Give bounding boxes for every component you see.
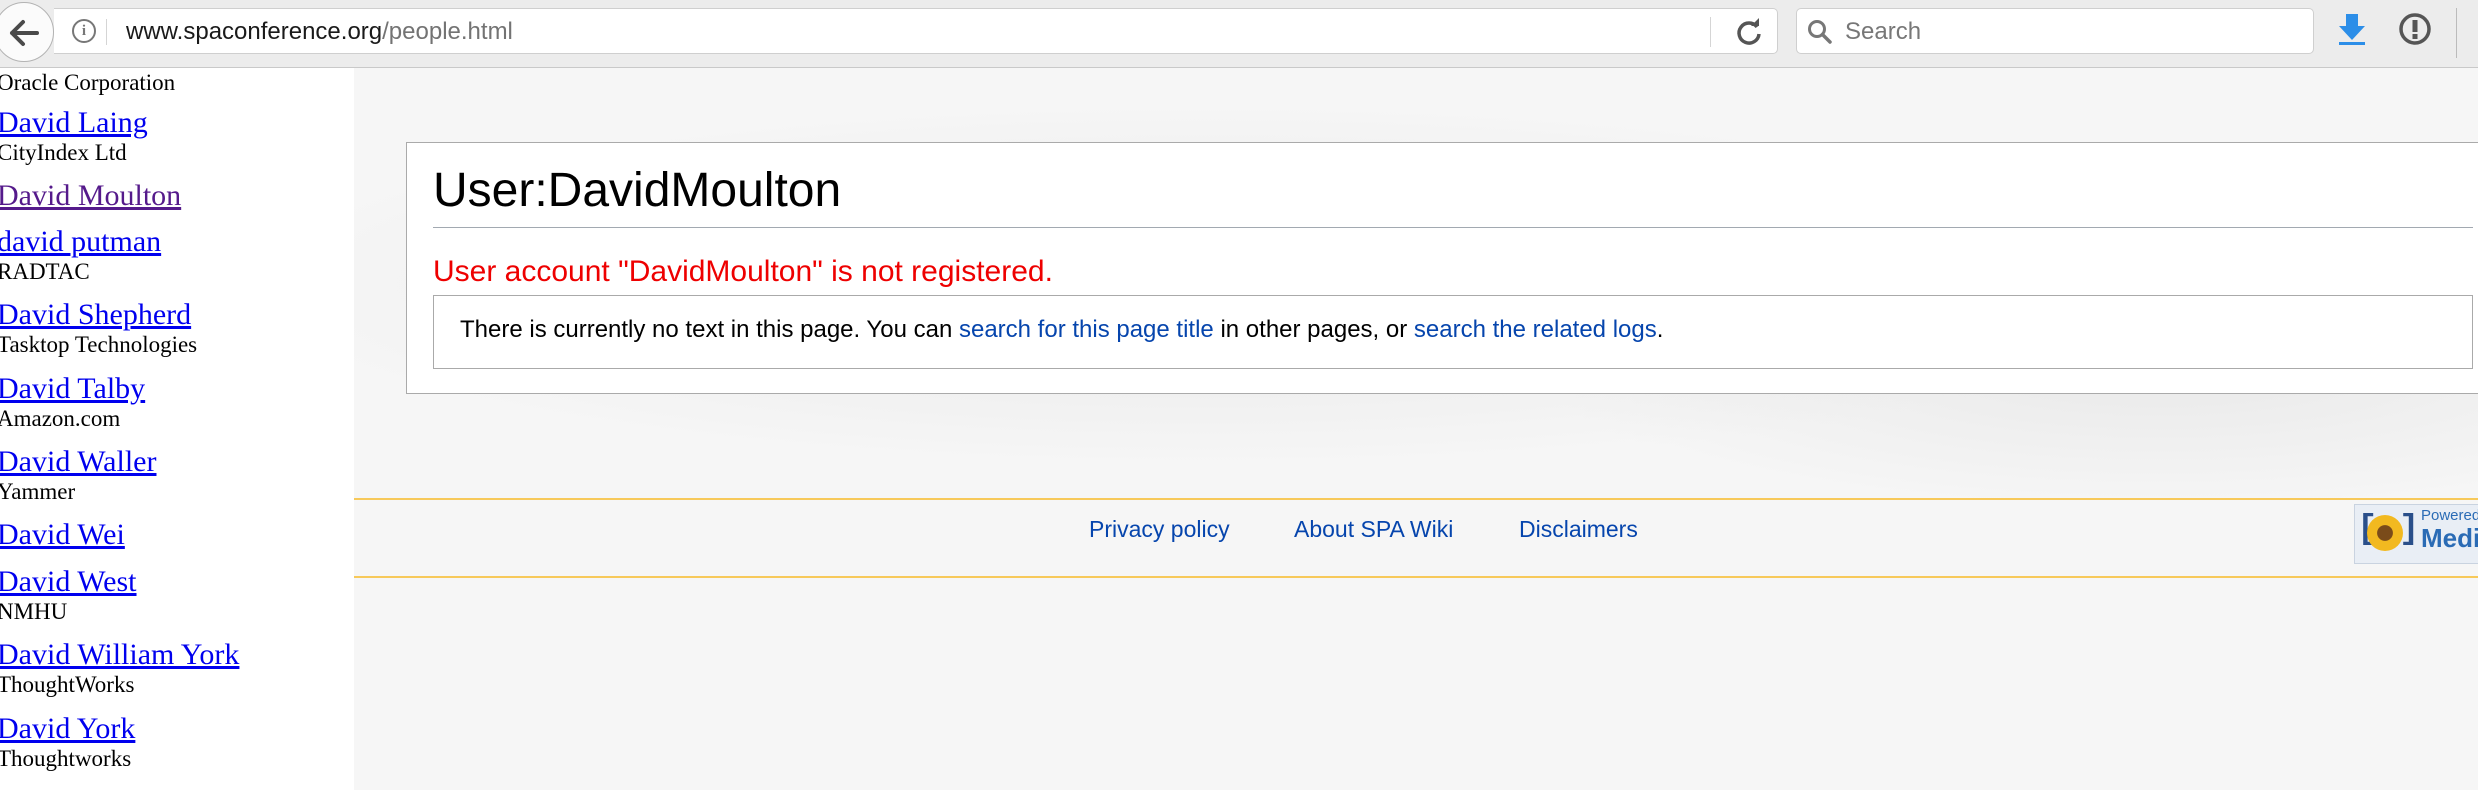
list-item: David Laing CityIndex Ltd [0,106,148,166]
search-input[interactable] [1843,15,2287,49]
list-item: David William York ThoughtWorks [0,638,239,698]
content-box: User:DavidMoulton User account "DavidMou… [406,142,2478,394]
person-org: Oracle Corporation [0,70,176,95]
badge-small-text: Powered by [2421,507,2478,524]
disclaimers-link[interactable]: Disclaimers [1519,516,1638,543]
person-org: Thoughtworks [0,746,132,771]
person-link[interactable]: david putman [0,225,161,259]
list-item: david putman RADTAC [0,225,161,285]
url-path: /people.html [382,18,513,45]
person-link[interactable]: David Shepherd [0,298,197,332]
notice-text: There is currently no text in this page.… [460,316,1663,344]
person-link[interactable]: David West [0,565,137,599]
person-link[interactable]: David Moulton [0,179,181,213]
url-text[interactable]: www.spaconference.org/people.html [126,18,513,46]
browser-toolbar: i www.spaconference.org/people.html [0,0,2478,68]
back-button[interactable] [0,2,54,62]
url-divider-right [1710,17,1711,47]
person-link[interactable]: David Talby [0,372,145,406]
person-org: Tasktop Technologies [0,332,198,357]
list-item: David Talby Amazon.com [0,372,145,432]
notice-middle: in other pages, or [1213,316,1414,343]
notice-prefix: There is currently no text in this page.… [460,316,959,343]
list-item: Oracle Corporation [0,70,175,96]
person-link[interactable]: David Laing [0,106,148,140]
badge-bracket-right-icon: ] [2399,511,2420,549]
person-link[interactable]: David Waller [0,445,156,479]
browser-search-bar[interactable] [1796,8,2314,54]
search-icon [1808,20,1832,44]
about-link[interactable]: About SPA Wiki [1294,516,1453,543]
search-page-title-link[interactable]: search for this page title [959,316,1214,343]
download-icon[interactable] [2336,12,2368,46]
search-related-logs-link[interactable]: search the related logs [1414,316,1657,343]
url-host: www.spaconference.org [126,18,383,45]
sunflower-logo-icon [2367,515,2403,551]
site-info-icon[interactable]: i [72,19,96,43]
list-item: David Moulton [0,179,181,213]
wiki-frame: User:DavidMoulton User account "DavidMou… [354,68,2478,790]
person-org: RADTAC [0,259,90,284]
person-org: Amazon.com [0,406,121,431]
list-item: David York Thoughtworks [0,712,135,772]
page-title: User:DavidMoulton [433,164,842,217]
badge-big-text: MediaWiki [2421,523,2478,553]
title-divider [433,227,2473,228]
person-link[interactable]: David William York [0,638,239,672]
back-arrow-icon [10,20,39,46]
privacy-policy-link[interactable]: Privacy policy [1089,516,1230,543]
person-link[interactable]: David Wei [0,518,125,552]
address-bar[interactable]: i www.spaconference.org/people.html [54,8,1778,54]
list-item: David Wei [0,518,125,552]
list-item: David Shepherd Tasktop Technologies [0,298,197,358]
list-item: David Waller Yammer [0,445,156,505]
error-message: User account "DavidMoulton" is not regis… [433,255,1053,288]
notice-suffix: . [1656,316,1664,343]
extension-icon[interactable] [2398,12,2432,46]
reload-icon[interactable] [1734,17,1764,47]
person-org: CityIndex Ltd [0,140,127,165]
person-org: Yammer [0,479,76,504]
url-divider [106,19,107,45]
footer: Privacy policy About SPA Wiki Disclaimer… [354,498,2478,578]
list-item: David West NMHU [0,565,137,625]
person-link[interactable]: David York [0,712,135,746]
toolbar-divider [2456,8,2457,58]
person-org: ThoughtWorks [0,672,135,697]
notice-box: There is currently no text in this page.… [433,295,2473,369]
person-org: NMHU [0,599,68,624]
powered-by-mediawiki-badge[interactable]: [ ] Powered by MediaWiki [2354,504,2478,564]
people-list: Oracle Corporation David Laing CityIndex… [0,68,354,790]
